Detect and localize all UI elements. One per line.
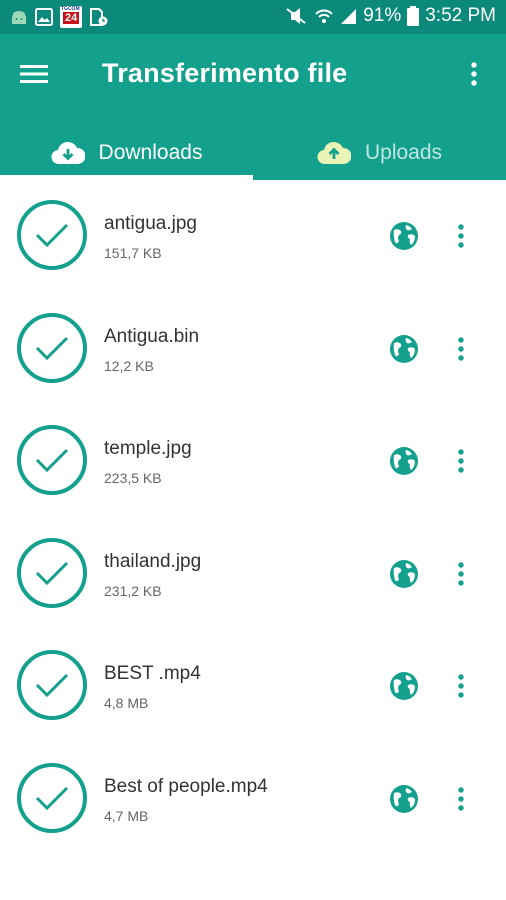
signal-icon — [341, 9, 357, 24]
more-vert-icon — [458, 224, 464, 248]
status-right-icons: 91% 3:52 PM — [283, 5, 496, 27]
more-vert-icon — [458, 336, 464, 361]
hamburger-menu-button[interactable] — [18, 58, 50, 90]
file-name: thailand.jpg — [104, 550, 202, 572]
clock-time: 3:52 PM — [425, 5, 496, 26]
file-size: 12,2 KB — [104, 357, 154, 374]
item-more-button[interactable] — [448, 560, 474, 588]
item-more-button[interactable] — [448, 447, 474, 475]
battery-icon — [407, 6, 420, 26]
item-more-button[interactable] — [448, 335, 474, 363]
status-bar: TGCOM 24 91% 3:52 PM — [0, 0, 506, 34]
cloud-download-icon — [51, 141, 85, 165]
tab-uploads[interactable]: Uploads — [253, 126, 506, 180]
check-icon — [35, 673, 69, 698]
check-icon — [35, 561, 69, 585]
page-title: Transferimento file — [102, 58, 348, 88]
wifi-icon — [315, 9, 333, 23]
list-item[interactable]: thailand.jpg 231,2 KB — [0, 518, 506, 631]
more-vert-icon — [471, 62, 477, 86]
list-item[interactable]: temple.jpg 223,5 KB — [0, 405, 506, 518]
tab-downloads[interactable]: Downloads — [0, 126, 253, 180]
list-item[interactable]: Best of people.mp4 4,7 MB — [0, 743, 506, 856]
tab-bar: Downloads Uploads — [0, 126, 506, 180]
globe-icon[interactable] — [389, 784, 419, 814]
battery-percent: 91% — [363, 5, 402, 26]
globe-icon[interactable] — [389, 559, 419, 589]
globe-icon[interactable] — [389, 671, 419, 701]
check-icon — [35, 786, 69, 810]
transfer-list: antigua.jpg 151,7 KB Antigua.bin 12,2 KB — [0, 180, 506, 855]
file-name: Best of people.mp4 — [104, 775, 268, 797]
completed-status-icon — [17, 312, 87, 383]
list-item[interactable]: BEST .mp4 4,8 MB — [0, 630, 506, 743]
status-left-icons: TGCOM 24 — [10, 6, 109, 28]
check-icon — [35, 223, 69, 248]
tab-downloads-label: Downloads — [98, 141, 203, 164]
completed-status-icon — [17, 762, 87, 833]
file-size: 231,2 KB — [104, 582, 162, 599]
completed-status-icon — [17, 537, 87, 608]
completed-status-icon — [17, 425, 87, 495]
completed-status-icon — [17, 650, 87, 720]
file-name: Antigua.bin — [104, 325, 200, 347]
more-vert-icon — [458, 674, 464, 698]
file-name: temple.jpg — [104, 438, 192, 459]
cloud-upload-icon — [317, 141, 351, 165]
gallery-icon — [35, 8, 53, 26]
hamburger-menu-icon — [20, 65, 48, 83]
file-size: 4,7 MB — [104, 807, 149, 824]
more-vert-icon — [458, 786, 464, 811]
item-more-button[interactable] — [448, 222, 474, 250]
news-badge-num: 24 — [63, 12, 80, 24]
globe-icon[interactable] — [389, 334, 419, 364]
item-more-button[interactable] — [448, 785, 474, 813]
more-vert-icon — [458, 561, 464, 586]
android-icon — [12, 11, 26, 24]
completed-status-icon — [17, 200, 87, 270]
file-name: BEST .mp4 — [104, 663, 201, 684]
file-name: antigua.jpg — [104, 213, 197, 234]
file-size: 223,5 KB — [104, 470, 162, 486]
list-item[interactable]: Antigua.bin 12,2 KB — [0, 293, 506, 406]
app-bar: Transferimento file Downloads Uploads — [0, 34, 506, 180]
more-vert-icon — [458, 449, 464, 473]
mute-icon — [286, 8, 306, 24]
news-app-icon: TGCOM 24 — [60, 6, 82, 28]
file-size: 4,8 MB — [104, 695, 149, 711]
item-more-button[interactable] — [448, 672, 474, 700]
file-size: 151,7 KB — [104, 245, 162, 261]
overflow-menu-button[interactable] — [462, 58, 486, 90]
list-item[interactable]: antigua.jpg 151,7 KB — [0, 180, 506, 293]
globe-icon[interactable] — [389, 446, 419, 476]
clock-file-icon — [90, 8, 108, 26]
tab-uploads-label: Uploads — [364, 141, 443, 164]
globe-icon[interactable] — [389, 221, 419, 251]
check-icon — [35, 336, 69, 360]
check-icon — [35, 448, 69, 473]
